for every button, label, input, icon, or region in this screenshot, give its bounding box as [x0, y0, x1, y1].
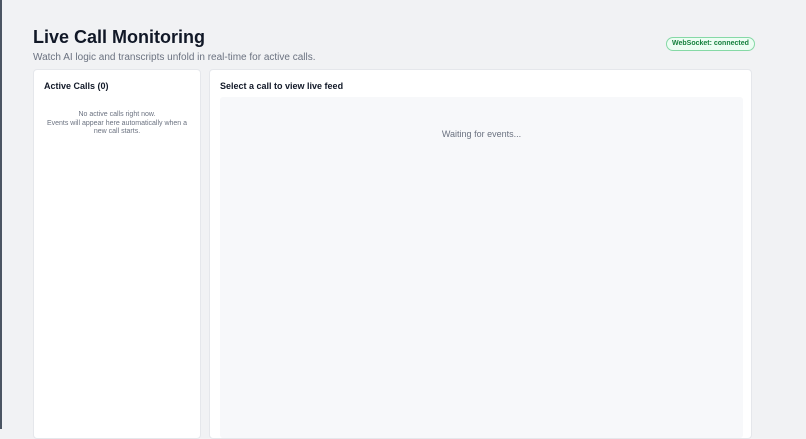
- active-calls-title: Active Calls (0): [44, 81, 109, 91]
- active-calls-empty-state: No active calls right now. Events will a…: [40, 111, 194, 137]
- page-subtitle: Watch AI logic and transcripts unfold in…: [33, 52, 316, 63]
- live-feed-area[interactable]: Waiting for events...: [220, 97, 743, 438]
- websocket-status-badge: WebSocket: connected: [666, 37, 755, 51]
- live-feed-panel: Select a call to view live feed Waiting …: [209, 69, 752, 439]
- active-calls-panel: Active Calls (0) No active calls right n…: [33, 69, 201, 439]
- empty-state-line-2: Events will appear here automatically wh…: [46, 119, 188, 136]
- live-feed-title: Select a call to view live feed: [220, 81, 344, 91]
- waiting-for-events-text: Waiting for events...: [441, 129, 522, 139]
- empty-state-line-1: No active calls right now.: [78, 111, 156, 118]
- page-header: Live Call Monitoring Watch AI logic and …: [33, 26, 316, 64]
- page-title: Live Call Monitoring: [33, 27, 206, 47]
